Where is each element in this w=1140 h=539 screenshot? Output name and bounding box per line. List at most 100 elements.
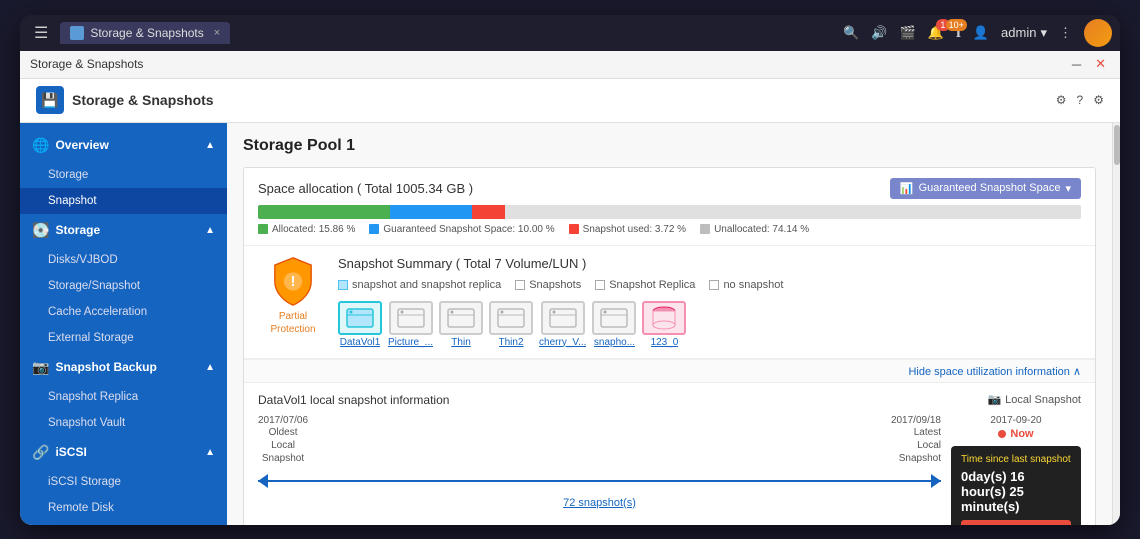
app-titlebar-text: Storage & Snapshots (30, 57, 1060, 71)
legend-none-dot (709, 280, 719, 290)
btn-icon: 📊 (900, 182, 914, 195)
sidebar-item-storage-snapshot[interactable]: Storage/Snapshot (20, 273, 227, 299)
snapho-label: snapho... (594, 337, 635, 348)
app-body: 🌐 Overview ▲ Storage Snapshot 💽 Storage (20, 123, 1120, 525)
sidebar-overview-label: Overview (55, 138, 108, 152)
sidebar-item-remote-disk[interactable]: Remote Disk (20, 495, 227, 521)
sidebar-item-cache[interactable]: Cache Acceleration (20, 299, 227, 325)
storage-section-icon: 💽 (32, 222, 49, 239)
cherry-icon (541, 301, 585, 335)
sidebar-item-storage-section[interactable]: 💽 Storage ▲ (20, 214, 227, 247)
svg-text:!: ! (291, 274, 296, 290)
legend-snapshots-dot (515, 280, 525, 290)
toast-box: Time since last snapshot 0day(s) 16 hour… (951, 446, 1081, 525)
partial-protection-label: PartialProtection (270, 310, 315, 336)
sidebar-item-snapshot-backup-section[interactable]: 📷 Snapshot Backup ▲ (20, 351, 227, 384)
speaker-icon[interactable]: 🔊 (871, 25, 887, 41)
tab-label: Storage & Snapshots (90, 26, 203, 40)
overview-icon: 🌐 (32, 137, 49, 154)
film-icon[interactable]: 🎬 (900, 25, 916, 41)
used-legend-label: Snapshot used: 3.72 % (583, 224, 686, 235)
volume-picture[interactable]: Picture_... (388, 301, 433, 348)
sidebar-snapshot-replica-label: Snapshot Replica (48, 391, 138, 403)
unallocated-legend-dot (700, 224, 710, 234)
scrollbar[interactable] (1112, 123, 1120, 525)
sidebar-item-external[interactable]: External Storage (20, 325, 227, 351)
search-icon[interactable]: 🔍 (843, 25, 859, 41)
snapshot-legend: snapshot and snapshot replica Snapshots … (338, 279, 1081, 291)
storage-caret-icon: ▲ (205, 225, 215, 236)
now-label: Now (1010, 428, 1033, 440)
sidebar-iscsi-label: iSCSI (55, 445, 86, 459)
timeline-main: 2017/07/06 OldestLocalSnapshot 2017/09/1… (258, 415, 941, 509)
sidebar: 🌐 Overview ▲ Storage Snapshot 💽 Storage (20, 123, 227, 525)
bell-icon[interactable]: 🔔 1 (928, 25, 944, 41)
now-date-label: 2017-09-20 (951, 415, 1081, 426)
app-settings-icon[interactable]: ⚙ (1056, 93, 1067, 107)
more-options-icon[interactable]: ⋮ (1059, 25, 1072, 41)
snapho-icon (592, 301, 636, 335)
timeline-line (258, 480, 941, 482)
info-icon[interactable]: ℹ 10+ (956, 25, 961, 41)
sidebar-item-storage[interactable]: Storage (20, 162, 227, 188)
vol-123-icon (642, 301, 686, 335)
guaranteed-legend-dot (369, 224, 379, 234)
sidebar-item-overview[interactable]: 🌐 Overview ▲ (20, 129, 227, 162)
alloc-bar (258, 205, 1081, 219)
close-button[interactable]: ✕ (1091, 56, 1110, 72)
btn-label: Guaranteed Snapshot Space (919, 182, 1061, 194)
volume-snapho[interactable]: snapho... (592, 301, 636, 348)
latest-date: 2017/09/18 LatestLocalSnapshot (891, 415, 941, 465)
guaranteed-snapshot-space-button[interactable]: 📊 Guaranteed Snapshot Space ▾ (890, 178, 1081, 199)
sidebar-item-iscsi-storage[interactable]: iSCSI Storage (20, 469, 227, 495)
app-header: 💾 Storage & Snapshots ⚙ ? ⚙ (20, 79, 1120, 123)
volume-thin2[interactable]: Thin2 (489, 301, 533, 348)
legend-both-label: snapshot and snapshot replica (352, 279, 501, 291)
timeline-dates: 2017/07/06 OldestLocalSnapshot 2017/09/1… (258, 415, 941, 465)
volume-thin[interactable]: Thin (439, 301, 483, 348)
os-bar: ☰ Storage & Snapshots × 🔍 🔊 🎬 🔔 1 ℹ 10+ … (20, 15, 1120, 51)
sidebar-item-lun-backup[interactable]: LUN Backup (20, 521, 227, 525)
tab-close-icon[interactable]: × (214, 27, 220, 39)
sidebar-snapshot-backup-label: Snapshot Backup (55, 360, 156, 374)
minimize-button[interactable]: ─ (1068, 57, 1085, 72)
volume-icons-container: DataVol1 Picture_... (338, 301, 1081, 348)
picture-icon (389, 301, 433, 335)
local-snapshot-label: 📷 Local Snapshot (987, 393, 1081, 406)
timeline-bar (258, 467, 941, 495)
allocated-legend-label: Allocated: 15.86 % (272, 224, 355, 235)
cherry-label: cherry_V... (539, 337, 586, 348)
oldest-date: 2017/07/06 OldestLocalSnapshot (258, 415, 308, 465)
snapshots-count-link[interactable]: 72 snapshot(s) (258, 497, 941, 509)
sidebar-disks-label: Disks/VJBOD (48, 254, 118, 266)
sidebar-item-iscsi-section[interactable]: 🔗 iSCSI ▲ (20, 436, 227, 469)
app-titlebar: Storage & Snapshots ─ ✕ (20, 51, 1120, 79)
user-area[interactable]: admin ▾ (1001, 25, 1047, 41)
app-logo-icon: 💾 (36, 86, 64, 114)
app-tab[interactable]: Storage & Snapshots × (60, 22, 230, 44)
snapshot-backup-caret-icon: ▲ (205, 362, 215, 373)
sidebar-item-snapshot-replica[interactable]: Snapshot Replica (20, 384, 227, 410)
window-controls: ─ ✕ (1068, 56, 1110, 72)
sidebar-item-snapshot[interactable]: Snapshot (20, 188, 227, 214)
iscsi-icon: 🔗 (32, 444, 49, 461)
volume-datavol1[interactable]: DataVol1 (338, 301, 382, 348)
app-logo-text: Storage & Snapshots (72, 92, 214, 108)
now-indicator: Now (951, 428, 1081, 440)
iscsi-caret-icon: ▲ (205, 447, 215, 458)
hamburger-menu-icon[interactable]: ☰ (28, 19, 54, 47)
volume-cherry[interactable]: cherry_V... (539, 301, 586, 348)
shield-icon: ! (268, 256, 318, 306)
volume-123-0[interactable]: 123_0 (642, 301, 686, 348)
sidebar-item-disks[interactable]: Disks/VJBOD (20, 247, 227, 273)
hide-info-button[interactable]: Hide space utilization information ∧ (908, 366, 1081, 378)
timeline-arrow-right-icon (931, 474, 941, 488)
take-snapshot-button[interactable]: Take snapshot (961, 520, 1071, 525)
app-help-icon[interactable]: ? (1077, 93, 1084, 107)
sidebar-item-snapshot-vault[interactable]: Snapshot Vault (20, 410, 227, 436)
sidebar-remote-disk-label: Remote Disk (48, 502, 114, 514)
user-icon[interactable]: 👤 (973, 25, 989, 41)
summary-title: Snapshot Summary ( Total 7 Volume/LUN ) (338, 256, 1081, 271)
scrollbar-thumb (1114, 125, 1120, 165)
app-config-icon[interactable]: ⚙ (1093, 93, 1104, 107)
